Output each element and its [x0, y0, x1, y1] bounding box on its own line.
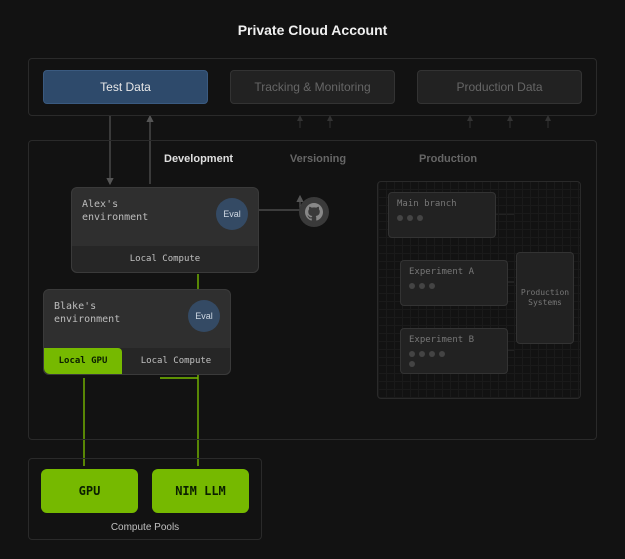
- production-systems-box: Production Systems: [516, 252, 574, 344]
- local-gpu-label: Local GPU: [44, 348, 122, 374]
- production-data-box: Production Data: [417, 70, 582, 104]
- main-branch-box: Main branch: [388, 192, 496, 238]
- local-compute-label: Local Compute: [72, 246, 258, 272]
- tracking-monitoring-box: Tracking & Monitoring: [230, 70, 395, 104]
- experiment-b-box: Experiment B: [400, 328, 508, 374]
- nim-llm-pool: NIM LLM: [152, 469, 249, 513]
- eval-badge: Eval: [188, 300, 220, 332]
- main-branch-label: Main branch: [397, 199, 457, 209]
- github-icon: [299, 197, 329, 227]
- local-compute-label: Local Compute: [122, 348, 230, 374]
- account-top-row: Test Data Tracking & Monitoring Producti…: [28, 58, 597, 116]
- compute-pools-container: GPU NIM LLM Compute Pools: [28, 458, 262, 540]
- main-container: Development Alex's environment Eval Loca…: [28, 140, 597, 440]
- versioning-column-label: Versioning: [283, 153, 353, 165]
- compute-pools-label: Compute Pools: [29, 522, 261, 533]
- page-title: Private Cloud Account: [0, 0, 625, 52]
- eval-badge: Eval: [216, 198, 248, 230]
- experiment-a-box: Experiment A: [400, 260, 508, 306]
- development-column-label: Development: [164, 153, 233, 165]
- blake-environment-box: Blake's environment Eval Local GPU Local…: [43, 289, 231, 375]
- experiment-a-label: Experiment A: [409, 267, 474, 277]
- experiment-b-label: Experiment B: [409, 335, 474, 345]
- production-group: Main branch Experiment A Experiment B Pr…: [377, 181, 581, 399]
- test-data-box: Test Data: [43, 70, 208, 104]
- production-column-label: Production: [419, 153, 477, 165]
- alex-environment-box: Alex's environment Eval Local Compute: [71, 187, 259, 273]
- gpu-pool: GPU: [41, 469, 138, 513]
